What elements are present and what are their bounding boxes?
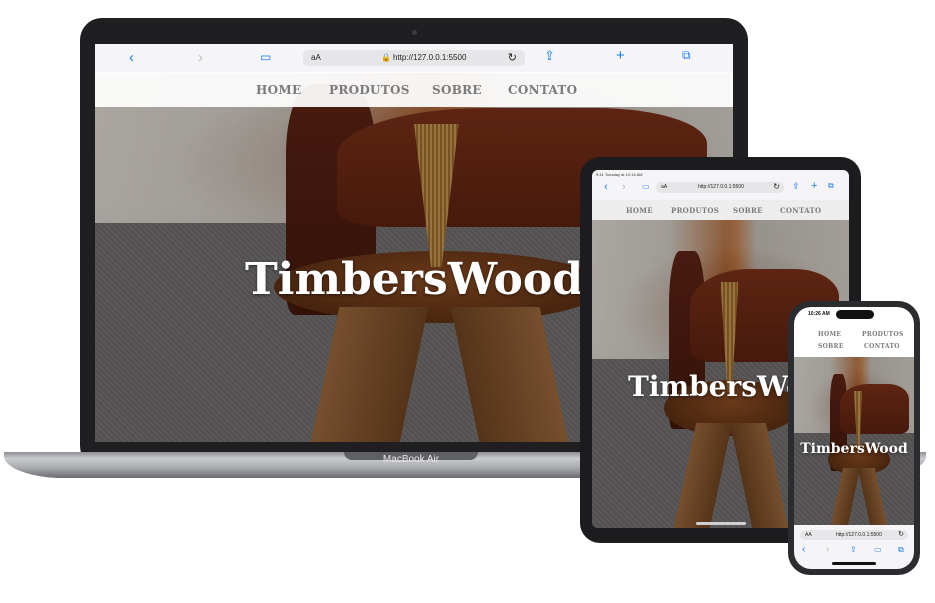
text-size-button[interactable]: aA (661, 184, 667, 190)
url-text: http://127.0.0.1:5500 (393, 53, 467, 62)
nav-produtos[interactable]: PRODUTOS (862, 331, 904, 338)
tabs-icon[interactable]: ⧉ (682, 49, 691, 61)
address-bar[interactable]: aA 🔒 http://127.0.0.1:5500 ↻ (303, 50, 525, 66)
phone-status-time: 10:26 AM (808, 311, 830, 317)
nav-sobre[interactable]: SOBRE (733, 206, 763, 215)
home-indicator (832, 562, 876, 565)
nav-produtos[interactable]: PRODUTOS (671, 206, 719, 215)
brand-title: TimbersWood (800, 441, 908, 457)
book-icon[interactable]: ▭ (642, 183, 650, 191)
phone-bottom-bar: AA http://127.0.0.1:5500 ↻ ‹ › ⇪ ▭ ⧉ (794, 525, 914, 569)
book-icon[interactable]: ▭ (874, 546, 882, 554)
model-label: MacBook Air (382, 454, 440, 465)
nav-contato[interactable]: CONTATO (864, 343, 900, 350)
tabs-icon[interactable]: ⧉ (898, 546, 904, 554)
browser-toolbar: ‹ › ▭ aA 🔒 http://127.0.0.1:5500 ↻ ⇪ + ⧉ (95, 44, 733, 73)
lock-icon: 🔒 (381, 53, 391, 62)
tablet-toolbar: 9:41 Tuesday at 10:15 AM ‹ › ▭ aA http:/… (592, 170, 849, 200)
text-size-button[interactable]: AA (805, 532, 812, 538)
site-nav: HOME PRODUTOS SOBRE CONTATO (95, 72, 733, 107)
back-icon[interactable]: ‹ (604, 182, 608, 193)
nav-home[interactable]: HOME (256, 83, 301, 97)
share-icon[interactable]: ⇪ (544, 49, 555, 62)
tablet-status-time: 9:41 Tuesday at 10:15 AM (596, 172, 643, 177)
new-tab-icon[interactable]: + (616, 48, 625, 63)
forward-icon[interactable]: › (826, 545, 829, 555)
address-bar[interactable]: AA http://127.0.0.1:5500 ↻ (800, 530, 908, 540)
nav-contato[interactable]: CONTATO (780, 206, 821, 215)
url-text: http://127.0.0.1:5500 (836, 532, 882, 538)
text-size-button[interactable]: aA (311, 53, 321, 62)
home-indicator (696, 522, 746, 525)
forward-icon[interactable]: › (622, 182, 626, 193)
book-icon[interactable]: ▭ (260, 51, 271, 63)
nav-home[interactable]: HOME (626, 206, 653, 215)
back-icon[interactable]: ‹ (129, 50, 134, 65)
reload-icon[interactable]: ↻ (508, 51, 517, 64)
nav-contato[interactable]: CONTATO (508, 83, 577, 97)
nav-home[interactable]: HOME (818, 331, 841, 338)
nav-produtos[interactable]: PRODUTOS (329, 83, 410, 97)
new-tab-icon[interactable]: + (811, 181, 817, 192)
share-icon[interactable]: ⇪ (792, 182, 800, 191)
camera-dot (412, 30, 417, 35)
forward-icon[interactable]: › (198, 50, 203, 65)
nav-sobre[interactable]: SOBRE (432, 83, 482, 97)
back-icon[interactable]: ‹ (802, 545, 805, 555)
nav-sobre[interactable]: SOBRE (818, 343, 844, 350)
url-text: http://127.0.0.1:5500 (698, 184, 744, 190)
reload-icon[interactable]: ↻ (898, 530, 904, 538)
site-nav: HOME PRODUTOS SOBRE CONTATO (592, 200, 849, 220)
tabs-icon[interactable]: ⧉ (828, 182, 834, 190)
address-bar[interactable]: aA http://127.0.0.1:5500 ↻ (656, 182, 784, 193)
dynamic-island (836, 310, 874, 319)
reload-icon[interactable]: ↻ (773, 182, 780, 191)
phone-header: 10:26 AM HOME PRODUTOS SOBRE CONTATO (794, 307, 914, 357)
phone-screen: 10:26 AM HOME PRODUTOS SOBRE CONTATO Tim… (794, 307, 914, 569)
share-icon[interactable]: ⇪ (850, 546, 857, 554)
